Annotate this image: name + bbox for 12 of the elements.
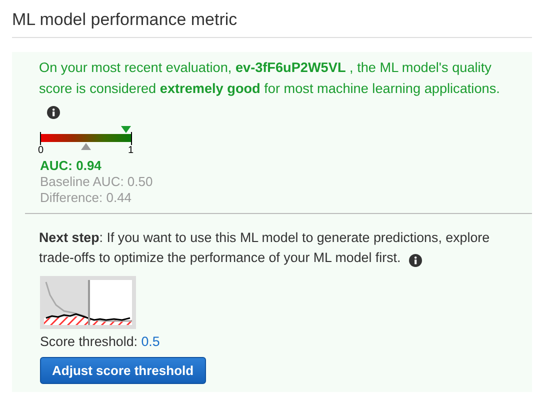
meter-min-label: 0: [38, 145, 44, 158]
threshold-chart-drawing[interactable]: [40, 276, 136, 330]
baseline-auc: Baseline AUC: 0.50: [40, 174, 154, 190]
threshold-label: Score threshold:: [40, 334, 139, 350]
meter-max-label: 1: [128, 145, 134, 158]
summary-text: On your most recent evaluation, ev-3fF6uP2W5VL , the ML model's quality score is considered extremely good for most machine learning applications.: [12, 57, 532, 122]
threshold-value: 0.5: [141, 334, 160, 350]
auc-value: AUC: 0.94: [40, 158, 102, 174]
next-step-text: Next step: If you want to use this ML model to generate predictions, explore trade-offs to optimize the performance of your ML model first.: [12, 214, 532, 270]
difference-value: Difference: 0.44: [40, 190, 133, 206]
section-title: ML model performance metric: [12, 6, 532, 38]
adjust-threshold-button[interactable]: Adjust score threshold: [40, 356, 206, 384]
